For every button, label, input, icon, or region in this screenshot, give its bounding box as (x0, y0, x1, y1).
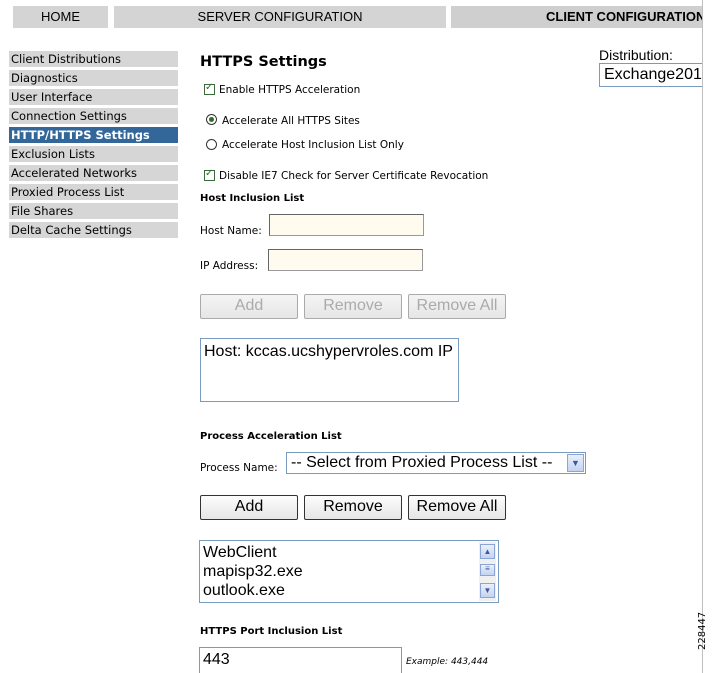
sidebar-item-user-interface[interactable]: User Interface (9, 89, 178, 105)
figure-id: 228447 (697, 611, 708, 650)
sidebar-item-proxied-process-list[interactable]: Proxied Process List (9, 184, 178, 200)
list-item[interactable]: WebClient (200, 543, 498, 562)
tab-home[interactable]: HOME (13, 6, 108, 28)
enable-https-checkbox[interactable] (204, 82, 215, 95)
sidebar-item-exclusion-lists[interactable]: Exclusion Lists (9, 146, 178, 162)
process-remove-button[interactable]: Remove (304, 495, 402, 520)
host-name-label: Host Name: (200, 225, 262, 237)
sidebar-item-file-shares[interactable]: File Shares (9, 203, 178, 219)
sidebar-item-client-distributions[interactable]: Client Distributions (9, 51, 178, 67)
right-divider (702, 0, 703, 673)
tab-client-configuration[interactable]: CLIENT CONFIGURATION (451, 6, 703, 28)
process-acceleration-list[interactable]: WebClient mapisp32.exe outlook.exe ▲ ≡ ▼ (199, 540, 499, 603)
distribution-select[interactable]: Exchange2010 (599, 63, 703, 87)
process-name-select[interactable]: -- Select from Proxied Process List -- ▼ (286, 452, 586, 474)
host-inclusion-list[interactable]: Host: kccas.ucshypervroles.com IP (200, 338, 459, 402)
disable-ie7-label: Disable IE7 Check for Server Certificate… (219, 170, 489, 182)
sidebar-item-delta-cache-settings[interactable]: Delta Cache Settings (9, 222, 178, 238)
accelerate-host-radio[interactable] (206, 139, 217, 150)
process-add-button[interactable]: Add (200, 495, 298, 520)
process-acceleration-title: Process Acceleration List (200, 431, 342, 442)
accelerate-host-label: Accelerate Host Inclusion List Only (222, 139, 404, 151)
port-example-text: Example: 443,444 (406, 657, 489, 667)
chevron-down-icon[interactable]: ▼ (480, 583, 495, 598)
process-name-label: Process Name: (200, 462, 278, 474)
list-scrollbar[interactable]: ▲ ≡ ▼ (479, 542, 496, 601)
port-inclusion-title: HTTPS Port Inclusion List (200, 626, 343, 637)
ip-address-label: IP Address: (200, 260, 259, 272)
enable-https-label: Enable HTTPS Acceleration (219, 84, 361, 96)
host-remove-button[interactable]: Remove (304, 294, 402, 319)
tab-server-configuration[interactable]: SERVER CONFIGURATION (114, 6, 446, 28)
sidebar-item-http-https-settings[interactable]: HTTP/HTTPS Settings (9, 127, 178, 143)
process-select-value: -- Select from Proxied Process List -- (291, 454, 553, 471)
sidebar-item-diagnostics[interactable]: Diagnostics (9, 70, 178, 86)
process-remove-all-button[interactable]: Remove All (408, 495, 506, 520)
list-item[interactable]: outlook.exe (200, 581, 498, 600)
list-item[interactable]: Host: kccas.ucshypervroles.com IP (201, 342, 458, 361)
host-remove-all-button[interactable]: Remove All (408, 294, 506, 319)
chevron-up-icon[interactable]: ▲ (480, 544, 495, 559)
distribution-label: Distribution: (599, 47, 673, 63)
host-name-input[interactable] (269, 214, 424, 236)
sidebar-item-accelerated-networks[interactable]: Accelerated Networks (9, 165, 178, 181)
host-add-button[interactable]: Add (200, 294, 298, 319)
page-title: HTTPS Settings (200, 54, 327, 70)
ip-address-input[interactable] (268, 249, 423, 271)
chevron-down-icon[interactable]: ▼ (567, 454, 584, 472)
list-item[interactable]: mapisp32.exe (200, 562, 498, 581)
sidebar-item-connection-settings[interactable]: Connection Settings (9, 108, 178, 124)
scrollbar-thumb[interactable]: ≡ (480, 564, 495, 576)
accelerate-all-radio[interactable] (206, 114, 217, 125)
accelerate-all-label: Accelerate All HTTPS Sites (222, 115, 360, 127)
port-inclusion-input[interactable]: 443 (199, 647, 402, 673)
disable-ie7-checkbox[interactable] (204, 168, 215, 181)
host-inclusion-title: Host Inclusion List (200, 193, 305, 204)
